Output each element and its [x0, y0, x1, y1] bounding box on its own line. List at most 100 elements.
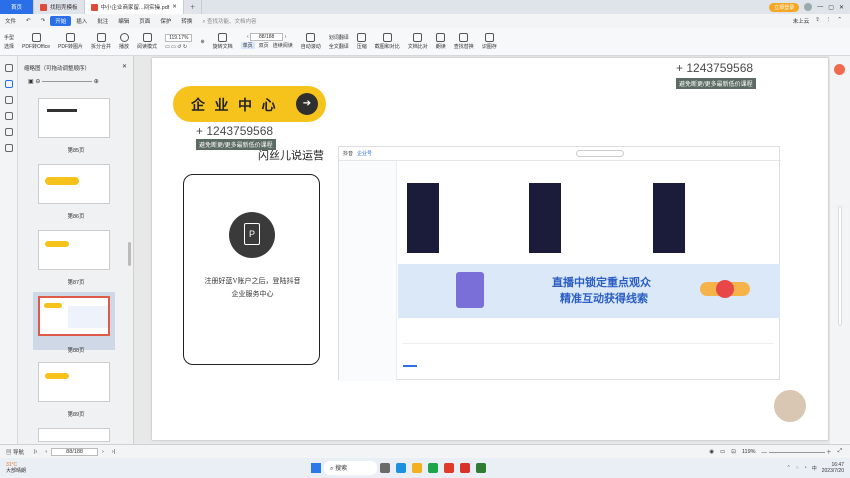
undo-icon[interactable]: ↶: [21, 18, 36, 24]
read-aloud-button[interactable]: 朗读: [432, 33, 450, 50]
nav-toggle[interactable]: ▤ 导航: [0, 448, 30, 456]
wps-icon[interactable]: [444, 463, 455, 473]
clock[interactable]: 16:47 2023/7/20: [822, 462, 844, 474]
find-replace-button[interactable]: 查找替换: [450, 33, 478, 50]
avatar[interactable]: [804, 3, 813, 11]
pdf-to-image-button[interactable]: PDF转图片: [54, 33, 87, 50]
thumbnail-page-86[interactable]: [38, 164, 110, 204]
right-scroll[interactable]: [838, 206, 842, 326]
comment-icon[interactable]: [4, 96, 13, 104]
new-tab-button[interactable]: ＋: [184, 0, 203, 14]
thumbnail-page-90[interactable]: [38, 428, 110, 442]
screenshot-button[interactable]: 识图存: [478, 33, 501, 50]
fit-icon[interactable]: ⊡: [731, 449, 736, 455]
thumb-size-slider[interactable]: ▣ ⊖ ⊕: [28, 78, 99, 85]
tray-chevron-icon[interactable]: ⌃: [787, 465, 791, 471]
edge-icon[interactable]: [396, 463, 407, 473]
start-icon[interactable]: [311, 463, 322, 473]
menu-annotate[interactable]: 批注: [92, 17, 113, 25]
menu-start[interactable]: 开始: [50, 16, 72, 26]
first-page-icon[interactable]: |‹: [30, 449, 41, 455]
double-page-button[interactable]: 双页: [259, 42, 269, 49]
read-mode-button[interactable]: 阅读模式: [133, 33, 161, 50]
close-window-icon[interactable]: ✕: [839, 4, 844, 11]
menu-edit[interactable]: 编辑: [113, 17, 134, 25]
layout-icon[interactable]: ▭: [720, 449, 725, 455]
network-icon[interactable]: ◌: [796, 465, 799, 471]
rotate-button[interactable]: 旋转文档: [209, 33, 237, 50]
status-page-input[interactable]: 88/188: [51, 447, 98, 456]
menu-convert[interactable]: 转换: [176, 17, 197, 25]
search-panel-icon[interactable]: [4, 128, 13, 136]
instruction-card: P 注册好蓝V账户之后，登陆抖音企业服务中心: [183, 174, 320, 365]
page-input[interactable]: 88/188: [250, 33, 284, 41]
menu-insert[interactable]: 插入: [71, 17, 92, 25]
share-icon[interactable]: ⇪: [815, 17, 820, 25]
continuous-button[interactable]: 连续阅读: [273, 42, 293, 49]
last-page-icon[interactable]: ›|: [108, 449, 119, 455]
menu-page[interactable]: 页面: [134, 17, 155, 25]
hand-tool[interactable]: 手型: [4, 34, 14, 41]
eye-icon[interactable]: ◉: [709, 449, 714, 455]
view-tools[interactable]: ▭ ▭ ↺ ↻: [165, 44, 192, 50]
compress-button[interactable]: 压缩: [353, 33, 371, 50]
doc-compare-button[interactable]: 文档比对: [404, 33, 432, 50]
more-icon[interactable]: ⋮: [826, 17, 832, 25]
split-merge-button[interactable]: 拆分合并: [87, 33, 115, 50]
zoom-slider[interactable]: — ＋: [762, 448, 832, 456]
layers-icon[interactable]: [4, 144, 13, 152]
assistant-icon[interactable]: [834, 64, 845, 75]
pdf-to-office-button[interactable]: PDF转Office: [18, 33, 54, 50]
zoom-in-button[interactable]: ⊕: [196, 39, 208, 45]
folder-icon[interactable]: [412, 463, 423, 473]
task-view-icon[interactable]: [380, 463, 391, 473]
thumbnail-page-87[interactable]: [38, 230, 110, 270]
prev-page-icon[interactable]: ‹: [41, 449, 51, 455]
collapse-icon[interactable]: ⌃: [837, 17, 842, 25]
thumbnail-page-89[interactable]: [38, 362, 110, 402]
btn-label: PDF转图片: [58, 44, 84, 50]
weather-widget[interactable]: 31°C 大部晴朗: [0, 462, 26, 474]
translate-button[interactable]: 划词翻译: [329, 34, 349, 41]
tab-template[interactable]: 找稻壳模板: [34, 0, 85, 14]
thumbnail-page-88[interactable]: [38, 296, 110, 336]
banner-line2: 精准互动获得线索: [560, 293, 648, 305]
book-icon: [142, 33, 152, 42]
menu-file[interactable]: 文件: [0, 17, 21, 25]
bookmark-icon[interactable]: [4, 64, 13, 72]
zoom-input[interactable]: 119.17%: [165, 33, 193, 42]
search-input[interactable]: ⌕ 查找功能、文档内容: [197, 17, 261, 26]
auto-scroll-button[interactable]: 自动滚动: [297, 33, 325, 50]
status-zoom[interactable]: 119%: [742, 449, 756, 455]
chrome-icon[interactable]: [428, 463, 439, 473]
crop-compare-button[interactable]: 截图和对比: [371, 33, 404, 50]
volume-icon[interactable]: ◔: [804, 465, 807, 471]
wechat-icon[interactable]: [476, 463, 487, 473]
tab-pdf[interactable]: 中小企业商家留...间实操.pdf ✕: [84, 0, 184, 14]
compress-icon: [357, 33, 367, 42]
select-tool[interactable]: 选择: [4, 43, 14, 50]
input-method-icon[interactable]: 中: [812, 465, 817, 472]
tab-home[interactable]: 首页: [0, 0, 34, 14]
cloud-status[interactable]: 未上云: [793, 17, 810, 25]
redo-icon[interactable]: ↷: [36, 18, 51, 24]
btn-label: 查找替换: [453, 44, 474, 50]
thumbnail-page-85[interactable]: [38, 98, 110, 138]
close-icon[interactable]: ✕: [172, 4, 177, 10]
minimize-icon[interactable]: —: [817, 4, 823, 10]
thumbnail-icon[interactable]: [4, 80, 13, 88]
play-button[interactable]: 播放: [115, 33, 133, 50]
maximize-icon[interactable]: ▢: [828, 4, 834, 11]
pdf-app-icon[interactable]: [460, 463, 471, 473]
close-panel-icon[interactable]: ✕: [122, 63, 127, 70]
fullscreen-icon[interactable]: ⤢: [838, 448, 842, 455]
thumb-scrollbar[interactable]: [128, 242, 131, 266]
attachment-icon[interactable]: [4, 112, 13, 120]
full-translate-button[interactable]: 全文翻译: [329, 43, 349, 50]
page-nav[interactable]: ‹ 88/188 ›: [247, 33, 286, 41]
login-button[interactable]: 立即登录: [769, 2, 800, 12]
menu-protect[interactable]: 保护: [155, 17, 176, 25]
taskbar-search[interactable]: ⌕ 搜索: [324, 461, 378, 475]
single-page-button[interactable]: 单页: [240, 42, 255, 49]
next-page-icon[interactable]: ›: [98, 449, 108, 455]
